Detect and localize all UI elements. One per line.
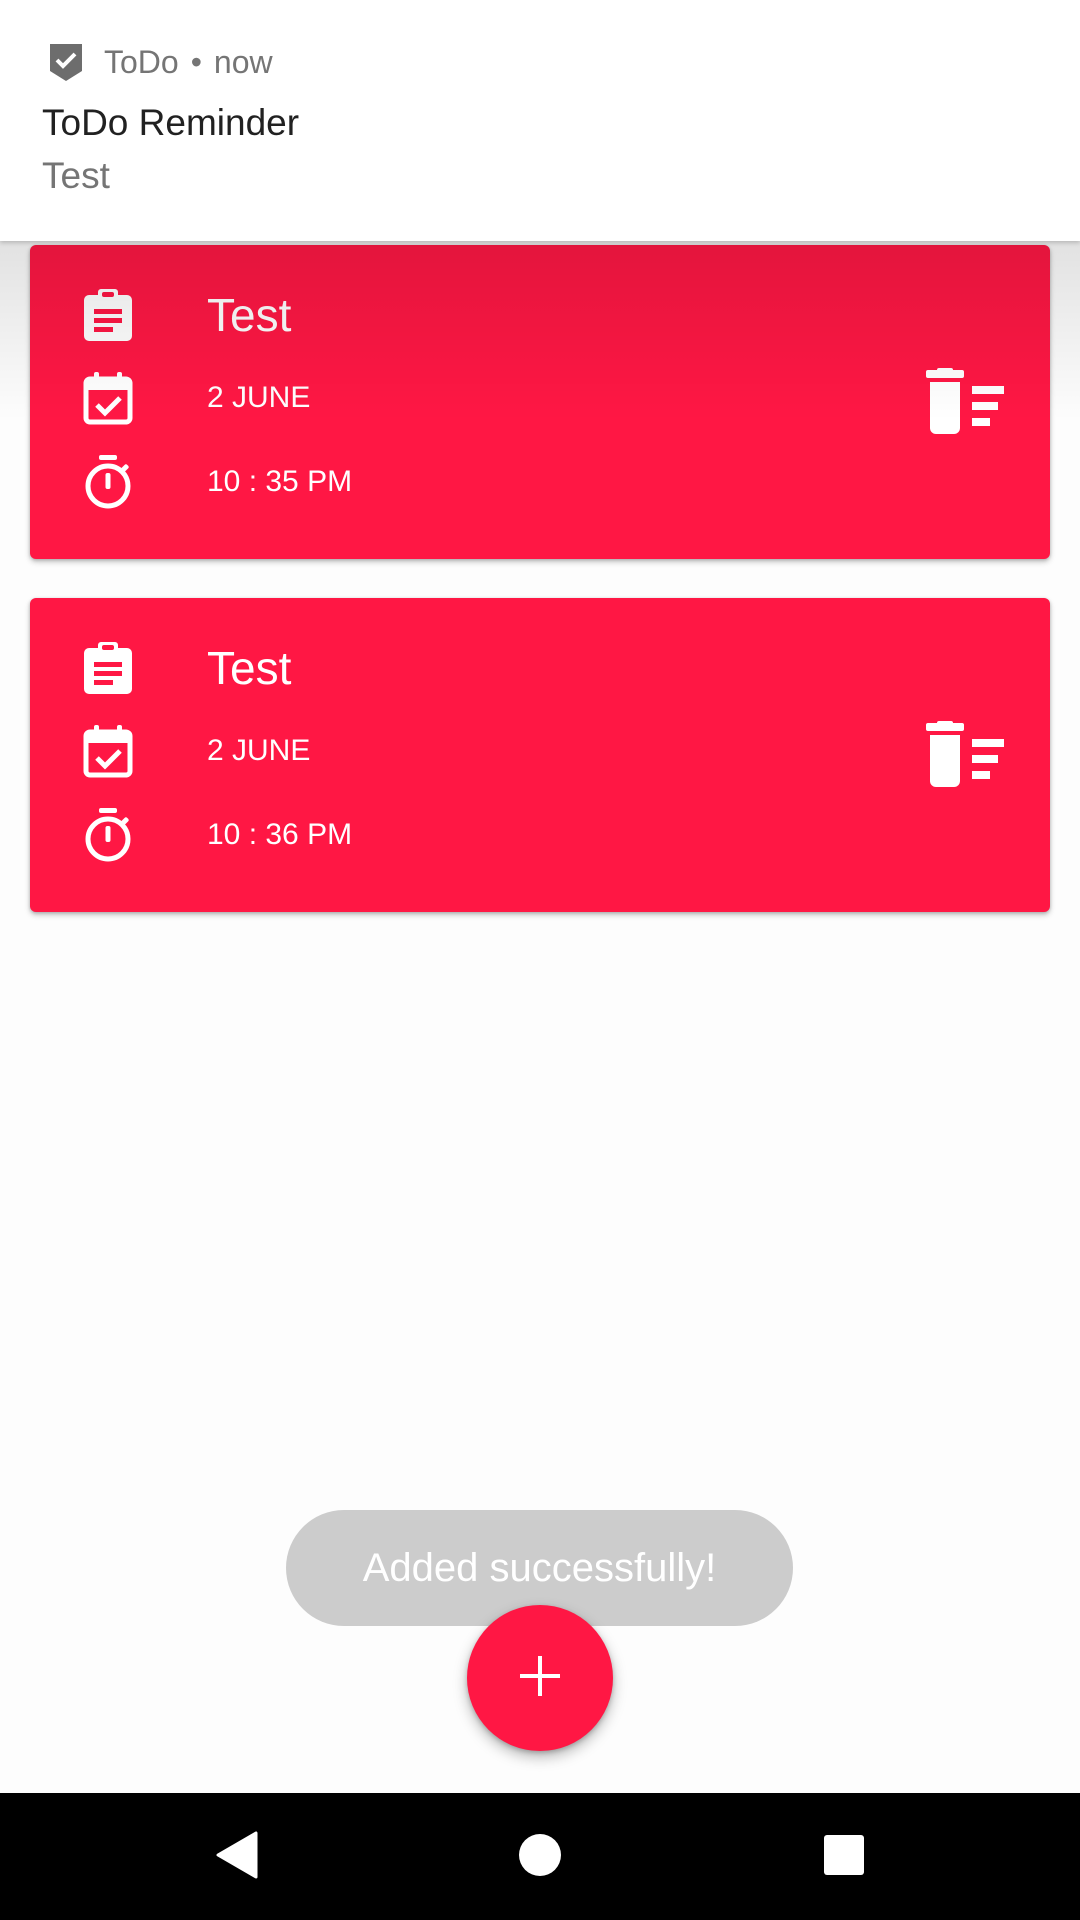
todo-card[interactable]: Test 2 JUNE <box>30 245 1050 559</box>
delete-sweep-icon <box>922 720 1006 794</box>
home-button[interactable] <box>504 1821 576 1893</box>
notification-time: now <box>213 43 273 80</box>
todo-title: Test <box>207 289 292 341</box>
todo-time: 10 : 35 PM <box>207 465 353 498</box>
todo-date: 2 JUNE <box>207 734 311 767</box>
delete-button[interactable] <box>922 367 1006 441</box>
notification-header: ToDo • now <box>44 38 273 86</box>
home-icon <box>517 1832 563 1883</box>
notification-title: ToDo Reminder <box>42 102 300 143</box>
todo-list-screen: Test 2 JUNE 10: 35 PM Test 2 JUNE 10: … <box>0 0 1080 1793</box>
recents-button[interactable] <box>808 1821 880 1893</box>
delete-button[interactable] <box>922 720 1006 794</box>
notification-text: Test <box>42 155 110 196</box>
calendar-check-icon <box>78 721 138 781</box>
timer-icon <box>78 805 138 865</box>
delete-sweep-icon <box>922 367 1006 441</box>
add-todo-button[interactable] <box>467 1605 613 1751</box>
toast-text: Added successfully! <box>362 1545 717 1590</box>
calendar-check-icon <box>78 368 138 428</box>
todo-date: 2 JUNE <box>207 381 311 414</box>
notification-separator: • <box>190 43 202 80</box>
todo-title: Test <box>207 642 292 694</box>
timer-icon <box>78 452 138 512</box>
todo-card[interactable]: Test 2 JUNE <box>30 598 1050 912</box>
system-navigation-bar <box>0 1793 1080 1920</box>
todo-time: 10 : 36 PM <box>207 818 353 851</box>
clipboard-icon <box>78 638 138 698</box>
check-shield-icon <box>44 40 88 84</box>
heads-up-notification[interactable]: ToDo • now ToDo Reminder Test <box>0 0 1080 241</box>
clipboard-icon <box>78 285 138 345</box>
plus-icon <box>518 1654 562 1703</box>
back-icon <box>214 1830 260 1885</box>
back-button[interactable] <box>201 1821 273 1893</box>
recents-icon <box>823 1834 865 1881</box>
notification-app-name: ToDo <box>104 43 179 80</box>
